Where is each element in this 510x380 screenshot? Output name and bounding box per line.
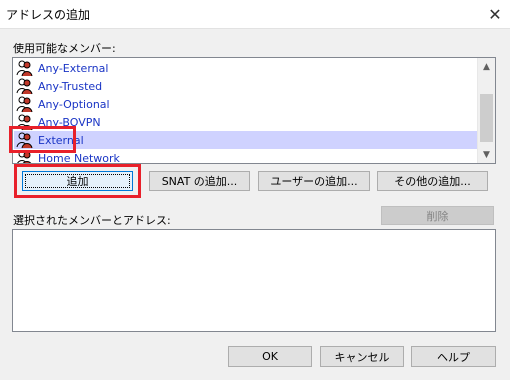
ok-button[interactable]: OK bbox=[228, 346, 312, 367]
list-item[interactable]: Any-Optional bbox=[14, 95, 480, 113]
available-members-label: 使用可能なメンバー: bbox=[13, 42, 116, 55]
list-item-label: Any-BOVPN bbox=[38, 115, 101, 129]
help-button[interactable]: ヘルプ bbox=[411, 346, 496, 367]
remove-button[interactable]: 削除 bbox=[381, 206, 494, 225]
add-user-button[interactable]: ユーザーの追加... bbox=[258, 171, 370, 191]
ok-button-label: OK bbox=[262, 350, 278, 363]
list-item[interactable]: Home Network bbox=[14, 149, 480, 164]
list-item-label: Any-External bbox=[38, 61, 109, 75]
add-other-button[interactable]: その他の追加... bbox=[377, 171, 488, 191]
scroll-down-button[interactable]: ▼ bbox=[478, 146, 495, 163]
selected-members-label: 選択されたメンバーとアドレス: bbox=[13, 214, 171, 227]
window-title: アドレスの追加 bbox=[6, 8, 91, 22]
help-button-label: ヘルプ bbox=[437, 350, 470, 364]
user-group-icon bbox=[16, 78, 33, 95]
title-bar: アドレスの追加 ✕ bbox=[0, 0, 510, 29]
add-snat-button[interactable]: SNAT の追加... bbox=[149, 171, 250, 191]
list-item-label: Home Network bbox=[38, 151, 120, 164]
add-snat-button-label: SNAT の追加... bbox=[161, 175, 238, 188]
chevron-down-icon: ▼ bbox=[483, 149, 490, 160]
user-group-icon bbox=[16, 132, 33, 149]
user-group-icon bbox=[16, 114, 33, 131]
list-item-selected[interactable]: External bbox=[14, 131, 480, 149]
list-item[interactable]: Any-External bbox=[14, 59, 480, 77]
scroll-up-button[interactable]: ▲ bbox=[478, 58, 495, 75]
list-item-label: External bbox=[38, 133, 84, 147]
vertical-scrollbar[interactable]: ▲ ▼ bbox=[477, 58, 495, 163]
add-button-label: 追加 bbox=[66, 175, 89, 188]
add-other-button-label: その他の追加... bbox=[394, 175, 471, 188]
add-button[interactable]: 追加 bbox=[22, 171, 133, 191]
add-user-button-label: ユーザーの追加... bbox=[270, 175, 358, 188]
list-item-label: Any-Trusted bbox=[38, 79, 103, 93]
scrollbar-thumb[interactable] bbox=[480, 94, 493, 142]
list-item-label: Any-Optional bbox=[38, 97, 110, 111]
user-group-icon bbox=[17, 150, 32, 163]
cancel-button[interactable]: キャンセル bbox=[320, 346, 404, 367]
user-group-icon bbox=[16, 60, 33, 77]
remove-button-label: 削除 bbox=[426, 209, 449, 223]
user-group-icon bbox=[16, 96, 33, 113]
close-icon: ✕ bbox=[488, 4, 502, 24]
chevron-up-icon: ▲ bbox=[483, 61, 490, 72]
cancel-button-label: キャンセル bbox=[334, 350, 390, 364]
selected-members-list[interactable] bbox=[12, 229, 496, 332]
available-members-list[interactable]: Any-External Any-Trusted Any-Optional An… bbox=[12, 57, 496, 164]
list-item[interactable]: Any-BOVPN bbox=[14, 113, 480, 131]
close-button[interactable]: ✕ bbox=[480, 0, 510, 28]
list-item[interactable]: Any-Trusted bbox=[14, 77, 480, 95]
